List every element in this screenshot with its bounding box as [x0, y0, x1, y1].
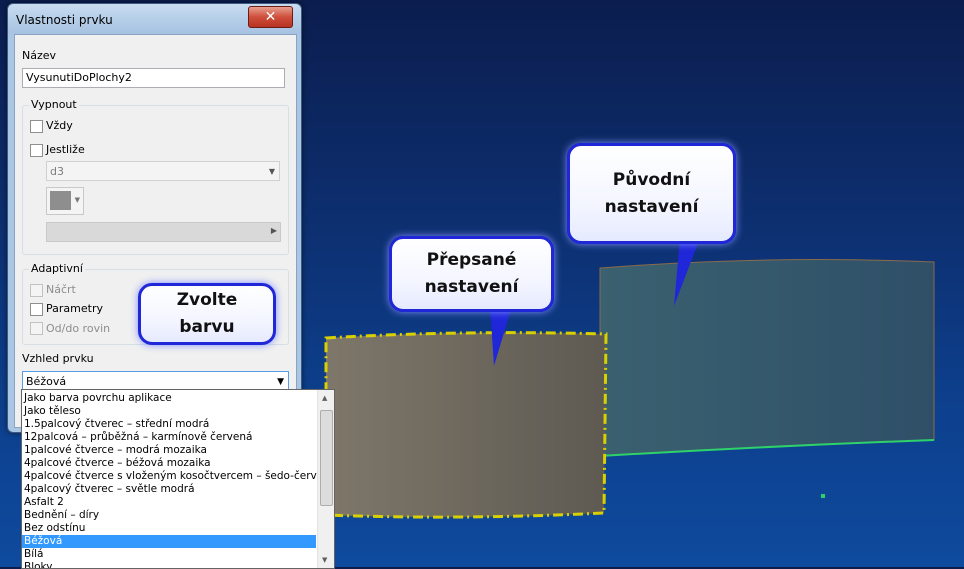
feature-properties-dialog: Vlastnosti prvku ✕ Název VysunutiDoPloch… — [7, 3, 302, 433]
callout-choose-color: Zvolte barvu — [138, 283, 276, 345]
dialog-body: Název VysunutiDoPlochy2 Vypnout Vždy Jes… — [14, 34, 297, 428]
chevron-down-icon: ▼ — [268, 167, 275, 176]
list-item[interactable]: Bednění – díry — [24, 509, 99, 522]
name-label: Název — [22, 49, 57, 62]
sketch-checkbox[interactable] — [30, 284, 43, 297]
parameter-combo[interactable]: d3 ▼ — [46, 161, 280, 181]
point-marker — [821, 494, 825, 498]
close-button[interactable]: ✕ — [248, 6, 293, 28]
list-item[interactable]: Bílá — [24, 548, 43, 561]
list-item[interactable]: 1palcové čtverce – modrá mozaika — [24, 444, 207, 457]
chevron-down-icon: ▼ — [74, 196, 80, 204]
suppress-group-label: Vypnout — [29, 98, 79, 111]
slider-right-icon: ▶ — [270, 226, 277, 235]
list-item[interactable]: 4palcové čtverce – béžová mozaika — [24, 457, 211, 470]
list-item[interactable]: 12palcová – průběžná – karmínově červená — [24, 431, 252, 444]
scrollbar-thumb[interactable] — [320, 410, 333, 506]
color-picker-button[interactable]: ▼ — [46, 187, 84, 215]
list-item[interactable]: Jako těleso — [24, 405, 81, 418]
parameter-value: d3 — [50, 165, 64, 178]
planes-checkbox[interactable] — [30, 322, 43, 335]
dropdown-scrollbar[interactable]: ▲ ▼ — [317, 390, 334, 568]
always-checkbox[interactable] — [30, 120, 43, 133]
always-label: Vždy — [46, 119, 73, 132]
list-item[interactable]: 1.5palcový čtverec – střední modrá — [24, 418, 209, 431]
transparency-slider[interactable]: ▶ — [46, 222, 281, 242]
appearance-label: Vzhled prvku — [22, 352, 94, 365]
list-item[interactable]: Jako barva povrchu aplikace — [24, 392, 172, 405]
if-label: Jestliže — [46, 143, 85, 156]
callout-original-settings: Původní nastavení — [567, 143, 736, 244]
list-item[interactable]: 4palcový čtverec – světle modrá — [24, 483, 195, 496]
if-checkbox[interactable] — [30, 144, 43, 157]
close-icon: ✕ — [264, 9, 277, 25]
overridden-surface — [326, 332, 606, 518]
color-swatch — [50, 191, 71, 210]
dialog-title: Vlastnosti prvku — [16, 13, 113, 27]
parameters-checkbox[interactable] — [30, 303, 43, 316]
callout-choose-color-text: Zvolte barvu — [176, 290, 238, 337]
scroll-down-icon[interactable]: ▼ — [322, 556, 327, 564]
scroll-up-icon[interactable]: ▲ — [322, 394, 327, 402]
planes-label: Od/do rovin — [46, 322, 111, 335]
list-item[interactable]: Bez odstínu — [24, 522, 85, 535]
parameters-label: Parametry — [46, 302, 103, 315]
list-item[interactable]: 4palcové čtverce s vloženým kosočtvercem… — [24, 470, 334, 483]
name-input[interactable]: VysunutiDoPlochy2 — [22, 68, 285, 88]
callout-original-text: Původní nastavení — [604, 169, 699, 217]
callout-overridden-text: Přepsané nastavení — [424, 250, 519, 297]
list-item-selected[interactable]: Béžová — [22, 535, 316, 548]
original-surface — [599, 259, 935, 457]
appearance-value: Béžová — [26, 375, 67, 388]
callout-overridden-settings: Přepsané nastavení — [389, 236, 554, 312]
adaptive-group-label: Adaptivní — [29, 262, 85, 275]
title-bar[interactable]: Vlastnosti prvku ✕ — [8, 4, 301, 34]
appearance-combo[interactable]: Béžová ▼ — [22, 371, 289, 391]
list-item[interactable]: Asfalt 2 — [24, 496, 64, 509]
list-item[interactable]: Bloky — [24, 561, 52, 568]
appearance-dropdown-list[interactable]: Jako barva povrchu aplikace Jako těleso … — [21, 389, 335, 569]
sketch-label: Náčrt — [46, 283, 76, 296]
